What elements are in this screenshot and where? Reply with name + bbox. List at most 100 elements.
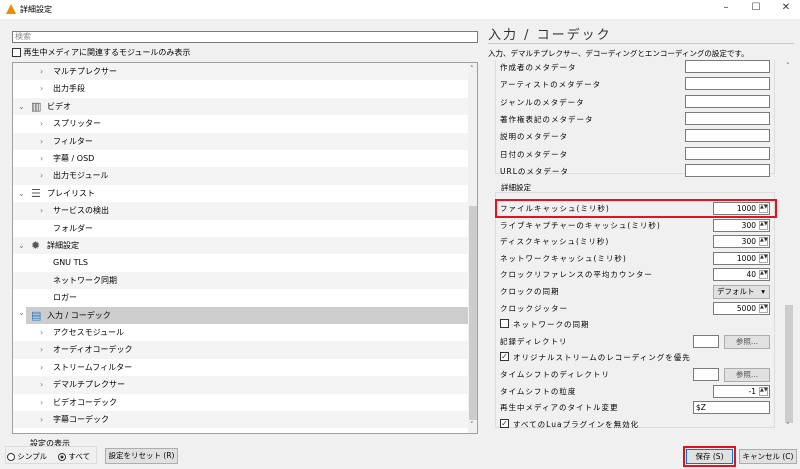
chevron-right-icon[interactable]: › xyxy=(40,63,43,80)
chevron-right-icon[interactable]: › xyxy=(40,202,43,219)
spinbox-value[interactable]: 300 xyxy=(742,221,756,230)
metadata-input[interactable] xyxy=(685,163,770,177)
scroll-down-icon[interactable]: ˅ xyxy=(786,422,790,430)
scroll-down-icon[interactable]: ˅ xyxy=(470,421,474,429)
tree-item-label: フィルター xyxy=(53,136,93,146)
spinbox-value[interactable]: 5000 xyxy=(737,304,756,313)
save-button[interactable]: 保存 (S) xyxy=(686,449,733,464)
spinbox[interactable]: -1 ▲▼ xyxy=(713,384,770,398)
tree-item[interactable]: ⌄ ☰ プレイリスト xyxy=(13,185,468,202)
spin-arrows-icon[interactable]: ▲▼ xyxy=(759,303,768,313)
tree-item[interactable]: GNU TLS xyxy=(13,254,468,271)
tree-item[interactable]: › スプリッター xyxy=(13,115,468,132)
tree-item[interactable]: › フィルター xyxy=(13,132,468,150)
metadata-input[interactable] xyxy=(685,146,770,160)
tree-item[interactable]: ⌄ ✹ 詳細設定 xyxy=(13,237,468,255)
chevron-down-icon[interactable]: ⌄ xyxy=(18,98,25,115)
tree-item[interactable]: › デマルチプレクサー xyxy=(13,376,468,394)
radio-all-circle[interactable] xyxy=(58,453,66,461)
scroll-thumb[interactable] xyxy=(785,305,793,423)
chevron-right-icon[interactable]: › xyxy=(40,411,43,428)
chevron-right-icon[interactable]: › xyxy=(40,80,43,97)
metadata-input[interactable] xyxy=(685,129,770,143)
tree-item-label: 出力手段 xyxy=(53,84,85,94)
chevron-down-icon[interactable]: ⌄ xyxy=(18,185,25,202)
tree-item-label: ビデオコーデック xyxy=(53,397,117,407)
minimize-button[interactable]: – xyxy=(712,2,740,17)
tree-item[interactable]: › アクセスモジュール xyxy=(13,324,468,341)
spinbox[interactable]: 40 ▲▼ xyxy=(713,268,770,282)
chevron-down-icon[interactable]: ⌄ xyxy=(18,308,25,317)
cancel-button[interactable]: キャンセル (C) xyxy=(739,449,797,464)
radio-all[interactable]: すべて xyxy=(58,451,90,462)
spinbox[interactable]: 300 ▲▼ xyxy=(713,235,770,249)
browse-button[interactable]: 参照... xyxy=(724,368,770,382)
search-input[interactable]: 検索 xyxy=(12,31,478,43)
spin-arrows-icon[interactable]: ▲▼ xyxy=(759,237,768,247)
tree-item[interactable]: › オーディオコーデック xyxy=(13,341,468,359)
chevron-down-icon[interactable]: ▾ xyxy=(761,286,765,298)
directory-input[interactable] xyxy=(693,368,719,381)
checkbox[interactable]: ✓ xyxy=(500,418,509,428)
tree-item[interactable]: ⌄ ▥ ビデオ xyxy=(13,97,468,116)
tree-item[interactable]: › ビデオコーデック xyxy=(13,394,468,411)
spin-arrows-icon[interactable]: ▲▼ xyxy=(759,220,768,230)
chevron-right-icon[interactable]: › xyxy=(40,133,43,150)
tree-item[interactable]: › マルチプレクサー xyxy=(13,63,468,81)
checkbox[interactable] xyxy=(500,319,509,329)
chevron-right-icon[interactable]: › xyxy=(40,376,43,393)
only-current-checkbox[interactable]: 再生中メディアに関連するモジュールのみ表示 xyxy=(12,47,190,58)
select-dropdown[interactable]: デフォルト ▾ xyxy=(713,285,770,299)
directory-input[interactable] xyxy=(693,334,719,348)
spin-arrows-icon[interactable]: ▲▼ xyxy=(759,270,768,280)
spinbox-value[interactable]: 40 xyxy=(746,270,756,279)
tree-item[interactable]: › 字幕 / OSD xyxy=(13,150,468,167)
chevron-right-icon[interactable]: › xyxy=(40,341,43,358)
chevron-right-icon[interactable]: › xyxy=(40,115,43,132)
tree-item[interactable]: フォルダー xyxy=(13,220,468,237)
metadata-input[interactable] xyxy=(685,60,770,73)
scroll-thumb[interactable] xyxy=(469,206,477,420)
chevron-down-icon[interactable]: ⌄ xyxy=(18,237,25,254)
tree-item[interactable]: ▤ 入力 / コーデック xyxy=(26,306,468,324)
spinbox[interactable]: 1000 ▲▼ xyxy=(713,251,770,265)
metadata-input[interactable] xyxy=(685,111,770,125)
tree-item-label: 字幕コーデック xyxy=(53,415,109,424)
scroll-up-icon[interactable]: ˄ xyxy=(470,65,474,73)
category-tree[interactable]: › 字幕コーデック › ビデオコーデック › デマルチプレクサー › ストリームフィルター › オ… xyxy=(12,62,478,434)
tree-item[interactable]: › 字幕コーデック xyxy=(13,411,468,429)
checkbox-box[interactable] xyxy=(12,48,21,57)
text-input[interactable]: $Z xyxy=(693,401,770,415)
chevron-right-icon[interactable]: › xyxy=(40,394,43,411)
chevron-right-icon[interactable]: › xyxy=(40,359,43,376)
settings-scrollbar[interactable]: ˄ ˅ xyxy=(783,60,795,432)
chevron-right-icon[interactable]: › xyxy=(40,150,43,167)
close-button[interactable]: ✕ xyxy=(772,2,800,17)
tree-item[interactable]: › サービスの検出 xyxy=(13,202,468,220)
browse-button[interactable]: 参照... xyxy=(724,334,770,349)
tree-item[interactable]: ネットワーク同期 xyxy=(13,271,468,290)
tree-item[interactable]: › ストリームフィルター xyxy=(13,359,468,376)
spinbox[interactable]: 5000 ▲▼ xyxy=(713,301,770,315)
chevron-right-icon[interactable]: › xyxy=(40,167,43,184)
tree-scrollbar[interactable]: ˄ ˅ xyxy=(468,63,477,433)
metadata-label: 作成者のメタデータ xyxy=(500,63,577,72)
spinbox-value[interactable]: 1000 xyxy=(737,254,756,263)
radio-simple[interactable]: シンプル xyxy=(7,451,47,462)
spinbox-value[interactable]: 300 xyxy=(742,237,756,246)
maximize-button[interactable]: ☐ xyxy=(742,2,770,17)
metadata-input[interactable] xyxy=(685,77,770,91)
scroll-up-icon[interactable]: ˄ xyxy=(786,62,790,70)
chevron-right-icon[interactable]: › xyxy=(40,324,43,341)
tree-item[interactable]: › 出力手段 xyxy=(13,80,468,97)
tree-item[interactable]: ロガー xyxy=(13,289,468,306)
spinbox[interactable]: 300 ▲▼ xyxy=(713,218,770,232)
radio-simple-circle[interactable] xyxy=(7,453,15,461)
checkbox[interactable]: ✓ xyxy=(500,352,509,362)
spin-arrows-icon[interactable]: ▲▼ xyxy=(759,253,768,263)
spin-arrows-icon[interactable]: ▲▼ xyxy=(759,386,768,396)
spinbox-value[interactable]: -1 xyxy=(749,387,756,396)
metadata-input[interactable] xyxy=(685,94,770,108)
tree-item[interactable]: › 出力モジュール xyxy=(13,167,468,185)
reset-button[interactable]: 設定をリセット (R) xyxy=(105,448,178,464)
